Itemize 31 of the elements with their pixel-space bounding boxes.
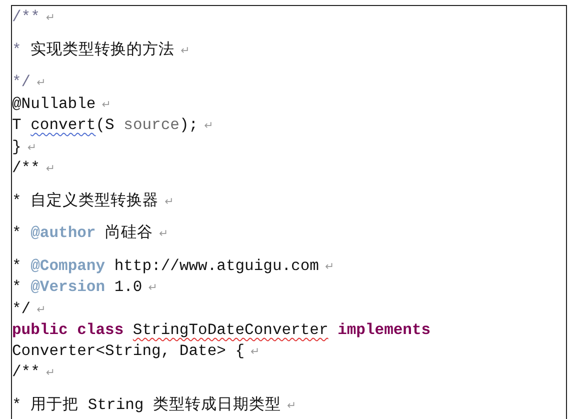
paragraph-mark: ↵: [324, 258, 334, 274]
code-line: * @Version 1.0: [12, 277, 142, 298]
paragraph-mark: ↵: [204, 118, 214, 134]
code-line: }: [12, 136, 22, 157]
paragraph-mark: ↵: [180, 42, 190, 58]
code-line: Converter<String, Date> {: [12, 340, 245, 361]
code-line: /**: [12, 7, 40, 28]
code-line: /**: [12, 362, 40, 382]
code-line: */: [12, 72, 31, 92]
paragraph-mark: ↵: [159, 226, 168, 242]
paragraph-mark: ↵: [148, 280, 158, 296]
code-line: */: [12, 298, 31, 319]
code-line: T convert(S source);: [12, 115, 198, 136]
paragraph-mark: ↵: [250, 344, 260, 360]
paragraph-mark: ↵: [46, 365, 56, 381]
paragraph-mark: ↵: [27, 140, 37, 156]
code-line: public class StringToDateConverter implements: [12, 320, 431, 340]
paragraph-mark: ↵: [36, 75, 46, 91]
code-line: /**: [12, 158, 40, 178]
paragraph-mark: ↵: [46, 161, 56, 177]
paragraph-mark: ↵: [287, 398, 296, 414]
code-line: * 实现类型转换的方法: [12, 40, 175, 60]
paragraph-mark: ↵: [102, 96, 111, 112]
code-line: * 自定义类型转换器: [12, 190, 159, 211]
code-line: * @author 尚硅谷: [12, 223, 154, 244]
code-line: @Nullable: [12, 94, 96, 114]
code-line: * 用于把 String 类型转成日期类型: [12, 394, 282, 415]
paragraph-mark: ↵: [46, 10, 56, 26]
paragraph-mark: ↵: [164, 194, 174, 210]
code-line: * @Company http://www.atguigu.com: [12, 256, 319, 276]
paragraph-mark: ↵: [36, 302, 46, 318]
